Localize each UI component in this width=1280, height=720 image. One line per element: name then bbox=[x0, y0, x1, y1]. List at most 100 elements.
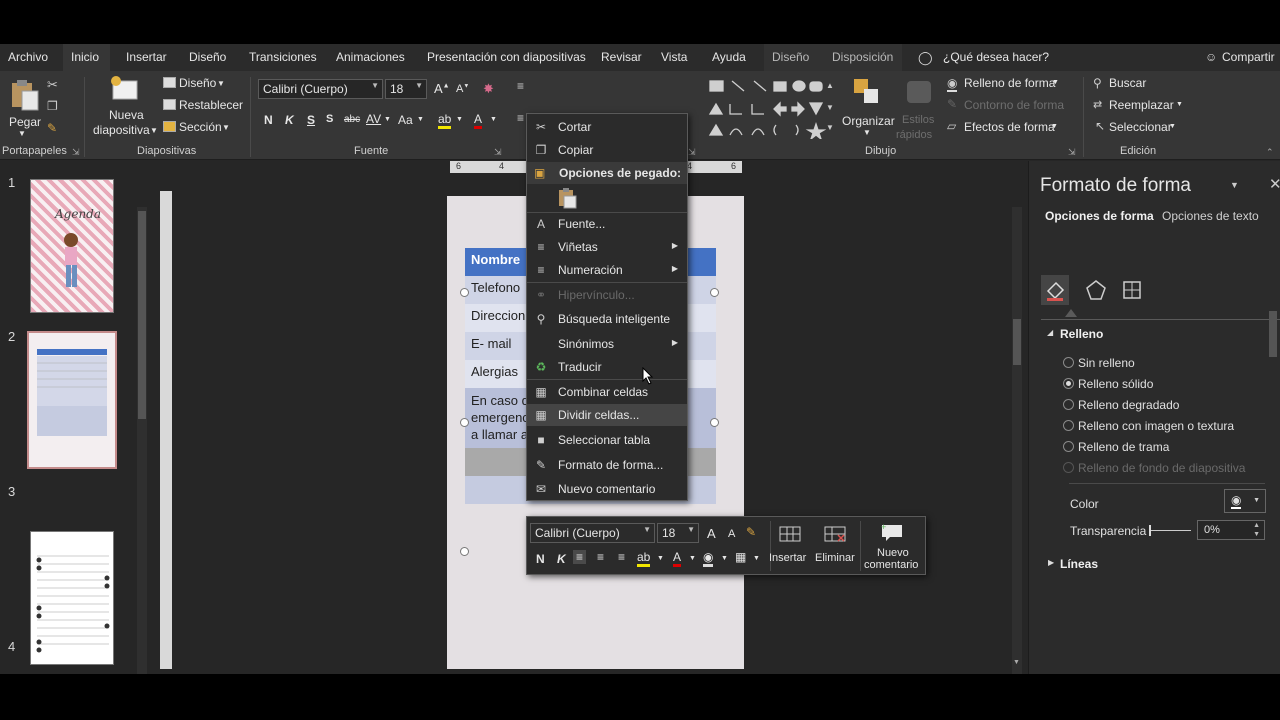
format-painter-icon[interactable]: ✎ bbox=[746, 525, 756, 539]
arrange-button[interactable]: Organizar bbox=[842, 114, 895, 128]
close-icon[interactable]: ✕ bbox=[1269, 175, 1280, 193]
spinner-icon[interactable]: ▲ ▼ bbox=[1253, 521, 1260, 539]
resize-handle[interactable] bbox=[460, 418, 469, 427]
shape-fill-button[interactable]: Relleno de forma bbox=[964, 76, 1055, 90]
color-picker-button[interactable]: ◉ ▼ bbox=[1224, 489, 1266, 513]
tab-text-options[interactable]: Opciones de texto bbox=[1162, 209, 1259, 223]
new-slide-label-1[interactable]: Nueva bbox=[109, 108, 144, 122]
shrink-font-icon[interactable]: A bbox=[728, 528, 735, 540]
menu-item-format-shape[interactable]: ✎ Formato de forma... bbox=[527, 454, 687, 476]
copy-icon[interactable]: ❐ bbox=[47, 99, 58, 113]
font-color-icon[interactable]: A bbox=[673, 550, 682, 567]
dialog-launcher-icon[interactable]: ⇲ bbox=[688, 147, 696, 158]
find-button[interactable]: Buscar bbox=[1109, 76, 1146, 90]
cursor-icon[interactable]: ↖ bbox=[1095, 119, 1105, 133]
resize-handle[interactable] bbox=[460, 288, 469, 297]
search-icon[interactable]: ⚲ bbox=[1093, 76, 1102, 90]
menu-item-copy[interactable]: ❐ Copiar bbox=[527, 139, 687, 161]
chevron-down-icon[interactable]: ▼ bbox=[217, 79, 225, 88]
menu-item-merge-cells[interactable]: ▦ Combinar celdas bbox=[527, 381, 687, 403]
underline-button[interactable]: S bbox=[307, 113, 315, 127]
scrollbar-thumb[interactable] bbox=[138, 211, 146, 419]
chevron-down-icon[interactable]: ▼ bbox=[490, 116, 497, 123]
grow-font-icon[interactable]: A▲ bbox=[434, 81, 450, 96]
tab-ctx-diseno[interactable]: Diseño bbox=[764, 44, 824, 71]
replace-button[interactable]: Reemplazar bbox=[1109, 98, 1174, 112]
menu-item-translate[interactable]: ♻ Traducir bbox=[527, 356, 687, 378]
gallery-more-icon[interactable]: ▼ bbox=[826, 123, 834, 132]
bold-button[interactable]: N bbox=[264, 113, 273, 127]
gallery-down-icon[interactable]: ▼ bbox=[826, 103, 834, 112]
menu-item-select-table[interactable]: ■ Seleccionar tabla bbox=[527, 429, 687, 451]
resize-handle[interactable] bbox=[460, 547, 469, 556]
paint-bucket-icon[interactable]: ◉ bbox=[703, 550, 714, 567]
shrink-font-icon[interactable]: A▼ bbox=[456, 83, 469, 95]
mini-new-comment-label-2[interactable]: comentario bbox=[864, 559, 918, 571]
transparency-slider[interactable] bbox=[1149, 525, 1191, 536]
menu-item-bullets[interactable]: ≡ Viñetas ▶ bbox=[527, 236, 687, 258]
chevron-down-icon[interactable]: ▼ bbox=[18, 129, 26, 138]
strikethrough-button[interactable]: abc bbox=[344, 114, 360, 125]
italic-button[interactable]: K bbox=[285, 113, 294, 127]
tab-ctx-disposicion[interactable]: Disposición bbox=[824, 44, 902, 71]
paste-keep-format-icon[interactable] bbox=[556, 187, 578, 209]
radio-pattern-fill[interactable] bbox=[1063, 441, 1074, 452]
expand-icon[interactable]: ▶ bbox=[1048, 558, 1054, 567]
section-lines[interactable]: Líneas bbox=[1060, 557, 1098, 571]
mini-bold-button[interactable]: N bbox=[536, 552, 545, 566]
collapse-ribbon-icon[interactable]: ⌃ bbox=[1266, 147, 1274, 158]
paint-bucket-icon[interactable]: ◉ bbox=[947, 76, 958, 92]
effects-icon[interactable]: ▱ bbox=[947, 119, 956, 133]
section-button[interactable]: Sección bbox=[179, 120, 222, 134]
menu-item-numbering[interactable]: ≡ Numeración ▶ bbox=[527, 259, 687, 281]
char-spacing-button[interactable]: AV bbox=[366, 112, 381, 126]
menu-item-cut[interactable]: ✂ Cortar bbox=[527, 116, 687, 138]
mini-font-size-combo[interactable]: 18 ▼ bbox=[657, 523, 699, 543]
select-button[interactable]: Seleccionar bbox=[1109, 120, 1172, 134]
resize-handle[interactable] bbox=[710, 418, 719, 427]
highlight-icon[interactable]: ab bbox=[438, 112, 452, 129]
chevron-down-icon[interactable]: ▼ bbox=[1169, 123, 1176, 130]
tab-presentacion[interactable]: Presentación con diapositivas bbox=[419, 44, 594, 71]
resize-handle[interactable] bbox=[710, 288, 719, 297]
slide-scrollbar[interactable]: ▼ bbox=[1012, 207, 1022, 674]
tab-transiciones[interactable]: Transiciones bbox=[241, 44, 325, 71]
chevron-down-icon[interactable]: ▼ bbox=[150, 126, 158, 135]
thumbnails-scrollbar[interactable] bbox=[137, 207, 147, 674]
shadow-icon[interactable]: S bbox=[326, 113, 333, 125]
chevron-down-icon[interactable]: ▼ bbox=[1176, 101, 1183, 108]
tell-me-search[interactable]: ¿Qué desea hacer? bbox=[935, 44, 1057, 71]
mini-font-name-combo[interactable]: Calibri (Cuerpo) ▼ bbox=[530, 523, 655, 543]
paste-button[interactable]: Pegar bbox=[9, 115, 41, 129]
tab-shape-options[interactable]: Opciones de forma bbox=[1045, 209, 1154, 223]
slide-thumbnail-3[interactable] bbox=[30, 531, 114, 665]
format-painter-icon[interactable]: ✎ bbox=[47, 121, 57, 135]
pentagon-effects-icon[interactable] bbox=[1085, 279, 1107, 301]
quick-styles-label-1[interactable]: Estilos bbox=[902, 114, 934, 126]
tab-insertar[interactable]: Insertar bbox=[118, 44, 175, 71]
tab-archivo[interactable]: Archivo bbox=[0, 44, 56, 71]
tab-inicio[interactable]: Inicio bbox=[63, 44, 110, 71]
menu-item-new-comment[interactable]: ✉ Nuevo comentario bbox=[527, 478, 687, 500]
change-case-button[interactable]: Aa bbox=[398, 113, 413, 127]
collapse-icon[interactable]: ◢ bbox=[1047, 328, 1053, 337]
tab-ayuda[interactable]: Ayuda bbox=[704, 44, 754, 71]
tab-diseno[interactable]: Diseño bbox=[181, 44, 234, 71]
section-fill[interactable]: Relleno bbox=[1060, 327, 1103, 341]
align-left-icon[interactable]: ≡ bbox=[573, 550, 587, 564]
font-name-combo[interactable]: Calibri (Cuerpo) ▼ bbox=[258, 79, 383, 99]
dialog-launcher-icon[interactable]: ⇲ bbox=[494, 147, 502, 158]
chevron-down-icon[interactable]: ▼ bbox=[384, 116, 391, 123]
mini-delete-button[interactable]: Eliminar bbox=[815, 552, 855, 564]
slider-thumb[interactable] bbox=[1149, 525, 1151, 536]
fill-line-tab[interactable] bbox=[1041, 275, 1069, 305]
borders-icon[interactable]: ▦ bbox=[735, 550, 746, 564]
menu-item-font[interactable]: A Fuente... bbox=[527, 213, 687, 235]
chevron-down-icon[interactable]: ▼ bbox=[417, 116, 424, 123]
gallery-up-icon[interactable]: ▲ bbox=[826, 81, 834, 90]
chevron-down-icon[interactable]: ▼ bbox=[863, 128, 871, 137]
scissors-icon[interactable]: ✂ bbox=[47, 77, 58, 93]
pane-scrollbar-thumb[interactable] bbox=[1269, 311, 1277, 357]
highlight-icon[interactable]: ab bbox=[637, 550, 651, 567]
bullets-icon[interactable]: ≡ bbox=[517, 79, 524, 93]
